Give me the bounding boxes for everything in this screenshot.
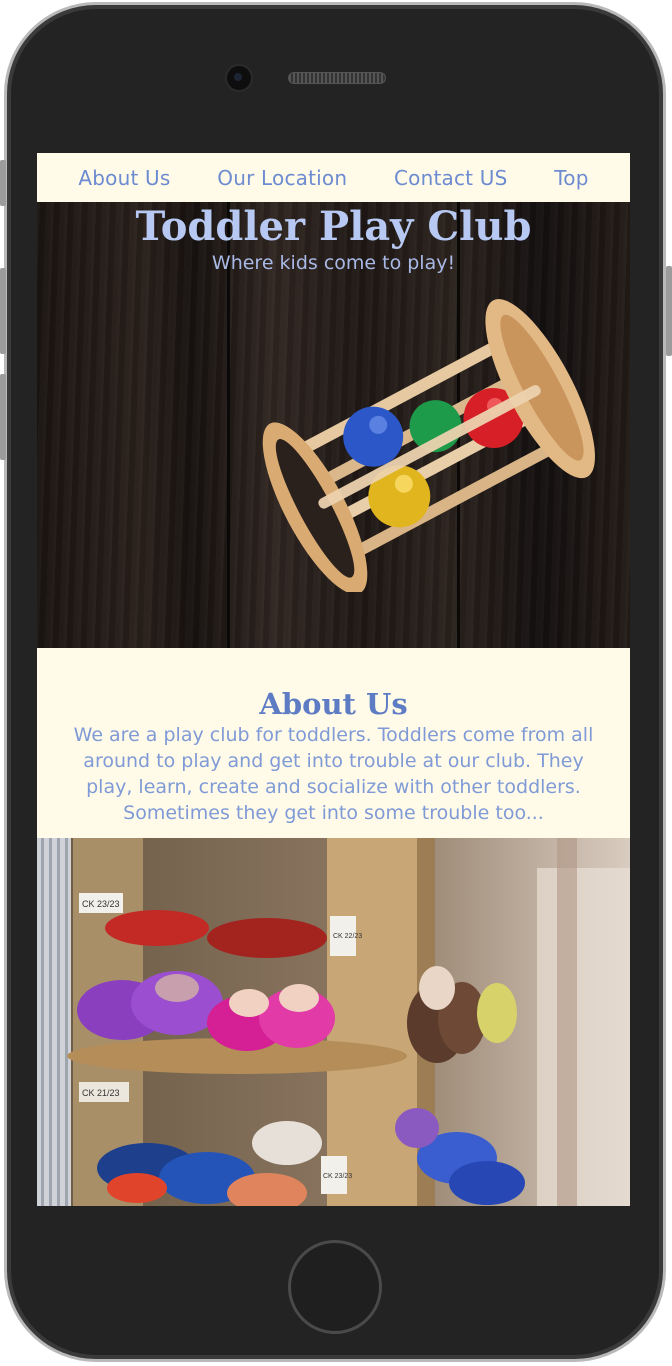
box-label: CK 23/23 [323,1173,352,1180]
power-button [666,266,672,356]
nav-our-location[interactable]: Our Location [217,166,347,190]
front-camera-icon [225,64,253,92]
hero-section: Toddler Play Club Where kids come to pla… [37,202,630,648]
about-body: We are a play club for toddlers. Toddler… [73,724,594,824]
about-section: About Us We are a play club for toddlers… [37,648,630,838]
site-title: Toddler Play Club [135,203,532,250]
phone-screen: About Us Our Location Contact US Top Tod… [37,153,630,1206]
box-label: CK 23/23 [82,899,120,909]
nav-about-us[interactable]: About Us [78,166,170,190]
home-button[interactable] [288,1240,382,1334]
mute-switch [0,160,6,206]
earpiece-speaker [288,72,386,84]
box-label: CK 22/23 [333,933,362,940]
nav-contact-us[interactable]: Contact US [394,166,508,190]
wooden-rattle-toy-icon [262,299,595,592]
top-navigation: About Us Our Location Contact US Top [37,153,630,202]
volume-up-button [0,268,6,354]
nav-top[interactable]: Top [554,166,588,190]
site-tagline: Where kids come to play! [211,252,456,274]
box-label: CK 21/23 [82,1088,120,1098]
volume-down-button [0,374,6,460]
shoes-image: CK 23/23 CK 22/23 CK 21/23 CK 23/23 [37,838,630,1206]
about-heading: About Us [259,687,408,721]
baby-shoes-shelf-icon: CK 23/23 CK 22/23 CK 21/23 CK 23/23 [37,838,630,1206]
